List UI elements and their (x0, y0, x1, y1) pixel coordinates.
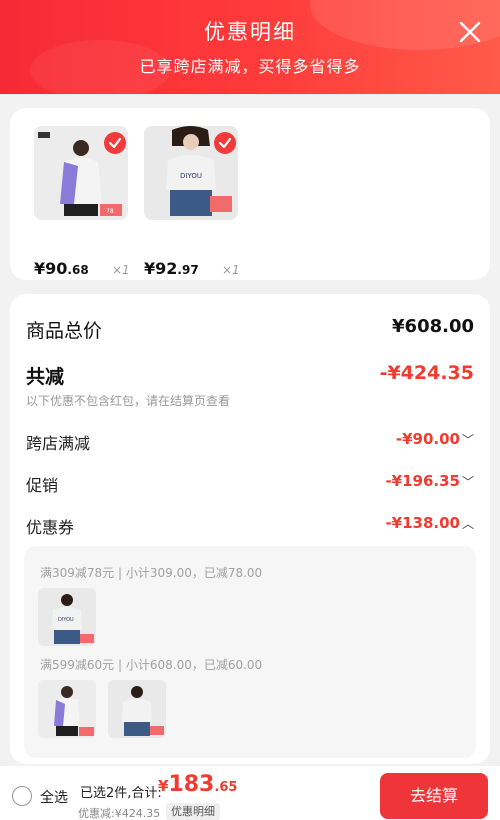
promotion-value: -¥196.35 ﹀ (385, 472, 474, 490)
page-subtitle: 已享跨店满减，买得多省得多 (139, 57, 361, 76)
goods-total-row: 商品总价 ¥608.00 (26, 316, 474, 342)
product-price: ¥90.68 (34, 259, 89, 278)
promotion-row[interactable]: 促销 -¥196.35 ﹀ (26, 472, 474, 495)
checked-icon[interactable] (214, 132, 236, 154)
chevron-down-icon[interactable]: ﹀ (462, 473, 474, 490)
discount-detail-header: 优惠明细 已享跨店满减，买得多省得多 (0, 0, 500, 94)
promotion-label: 促销 (26, 476, 59, 495)
cross-store-discount-row[interactable]: 跨店满减 -¥90.00 ﹀ (26, 430, 474, 453)
product-price-tag: 78 (106, 208, 114, 215)
total-price: ¥183.65 (158, 772, 238, 797)
total-reduce-label: 共减 (26, 366, 65, 388)
price-summary-card: 商品总价 ¥608.00 共减 -¥424.35 以下优惠不包含红包，请在结算页… (10, 294, 490, 764)
coupon-rule-text: 满309减78元 | 小计309.00，已减78.00 (40, 566, 263, 580)
svg-text:DIYOU: DIYOU (180, 172, 202, 180)
coupon-product-thumb[interactable]: DIYOU (38, 588, 96, 646)
product-price: ¥92.97 (144, 259, 199, 278)
discount-note: 以下优惠不包含红包，请在结算页查看 (26, 394, 231, 408)
cross-store-value: -¥90.00 ﹀ (395, 430, 474, 448)
coupon-product-thumb[interactable] (108, 680, 166, 738)
selected-products-card: 78 ¥90.68 ×1 DIYOU ¥92.97 ×1 (10, 108, 490, 280)
goods-total-value: ¥608.00 (392, 316, 474, 337)
checked-icon[interactable] (104, 132, 126, 154)
total-reduce-value: -¥424.35 (379, 362, 474, 384)
chevron-down-icon[interactable]: ﹀ (462, 431, 474, 448)
checkout-button[interactable]: 去结算 (380, 773, 488, 819)
select-all-radio[interactable] (12, 786, 32, 806)
page-title: 优惠明细 (204, 20, 296, 44)
coupon-label: 优惠券 (26, 518, 75, 537)
total-reduce-row: 共减 -¥424.35 (26, 362, 474, 388)
checkout-bar: 全选 已选2件,合计: ¥183.65 优惠减:¥424.35 优惠明细 去结算 (0, 766, 500, 820)
coupon-product-thumb[interactable] (38, 680, 96, 738)
select-all-label[interactable]: 全选 (40, 787, 68, 807)
coupon-value: -¥138.00 ︿ (385, 514, 474, 532)
discount-detail-link[interactable]: 优惠明细 (166, 803, 220, 820)
chevron-up-icon[interactable]: ︿ (462, 515, 474, 532)
coupon-rule-text: 满599减60元 | 小计608.00，已减60.00 (40, 658, 263, 672)
svg-text:DIYOU: DIYOU (58, 617, 74, 623)
product-quantity: ×1 (112, 263, 130, 277)
close-icon (459, 21, 481, 43)
close-button[interactable] (455, 17, 485, 47)
selected-summary: 已选2件,合计: (80, 786, 162, 801)
goods-total-label: 商品总价 (26, 320, 103, 342)
product-quantity: ×1 (222, 263, 240, 277)
discount-amount: 优惠减:¥424.35 (78, 807, 161, 820)
coupon-detail-panel: 满309减78元 | 小计309.00，已减78.00 DIYOU 满599减6… (24, 546, 476, 758)
cross-store-label: 跨店满减 (26, 434, 91, 453)
coupon-row[interactable]: 优惠券 -¥138.00 ︿ (26, 514, 474, 537)
